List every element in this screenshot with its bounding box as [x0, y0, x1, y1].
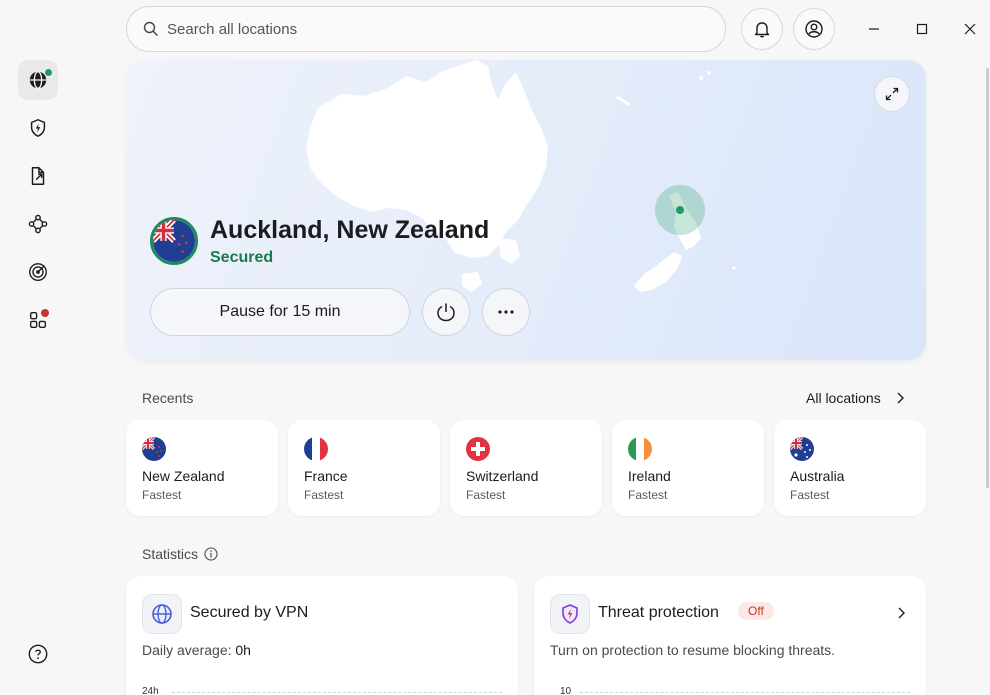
expand-icon — [885, 87, 899, 101]
sidebar-item-meshnet[interactable] — [18, 204, 58, 244]
daily-average-value: 0h — [235, 642, 251, 658]
recent-name: Ireland — [628, 468, 671, 484]
chevron-right-icon[interactable] — [894, 606, 908, 620]
nz-flag-icon — [150, 217, 198, 265]
expand-map-button[interactable] — [874, 76, 910, 112]
chevron-right-icon — [897, 392, 904, 404]
vpn-axis-top-label: 24h — [142, 686, 159, 695]
tasmania-landmass — [462, 272, 482, 292]
recent-card-ireland[interactable]: Ireland Fastest — [612, 420, 764, 516]
user-icon — [805, 20, 823, 38]
sidebar-item-help[interactable] — [18, 634, 58, 674]
recent-card-switzerland[interactable]: Switzerland Fastest — [450, 420, 602, 516]
threat-grid-line — [580, 692, 910, 693]
maximize-button[interactable] — [908, 16, 936, 42]
more-options-button[interactable] — [482, 288, 530, 336]
search-icon — [143, 21, 158, 36]
recent-name: New Zealand — [142, 468, 225, 484]
ireland-flag-icon — [628, 437, 652, 461]
threat-stats-card[interactable]: Threat protection Off Turn on protection… — [534, 576, 926, 695]
recents-label: Recents — [142, 390, 194, 406]
vpn-stats-card[interactable]: Secured by VPN Daily average: 0h 24h — [126, 576, 518, 695]
minimize-icon — [869, 28, 879, 30]
status-badge: Off — [738, 602, 774, 620]
globe-icon — [152, 604, 172, 624]
shield-bolt-icon — [30, 118, 46, 138]
nz-flag-icon — [142, 437, 166, 461]
connection-map-card: Auckland, New Zealand Secured Pause for … — [126, 60, 926, 360]
sidebar-item-apps[interactable] — [18, 300, 58, 340]
scrollbar[interactable] — [986, 68, 989, 488]
info-icon[interactable] — [204, 547, 218, 561]
recent-name: France — [304, 468, 348, 484]
close-button[interactable] — [956, 16, 984, 42]
power-icon — [437, 303, 455, 322]
all-locations-label: All locations — [806, 390, 881, 406]
more-dots-icon — [498, 310, 514, 314]
daily-average: Daily average: 0h — [142, 642, 251, 658]
bell-icon — [754, 22, 770, 38]
recent-card-australia[interactable]: Australia Fastest — [774, 420, 926, 516]
shield-bolt-icon — [562, 604, 578, 624]
sidebar-item-threat-protection[interactable] — [18, 108, 58, 148]
connection-status: Secured — [210, 249, 274, 266]
account-button[interactable] — [793, 8, 835, 50]
sidebar-item-vpn[interactable] — [18, 60, 58, 100]
meshnet-icon — [28, 214, 48, 234]
recent-sub: Fastest — [628, 488, 668, 502]
threat-axis-top-label: 10 — [560, 686, 572, 695]
new-zealand-south-island — [634, 252, 682, 292]
notifications-button[interactable] — [741, 8, 783, 50]
sidebar-item-split-tunneling[interactable] — [18, 156, 58, 196]
sidebar-item-dark-web-monitor[interactable] — [18, 252, 58, 292]
close-icon — [964, 23, 976, 35]
recent-sub: Fastest — [304, 488, 344, 502]
help-icon — [28, 644, 48, 664]
search-input[interactable] — [167, 20, 687, 38]
connected-location-title: Auckland, New Zealand — [210, 216, 490, 244]
australia-flag-icon — [790, 437, 814, 461]
radar-icon — [29, 263, 47, 281]
minimize-button[interactable] — [860, 16, 888, 42]
vpn-grid-line — [172, 692, 502, 693]
disconnect-button[interactable] — [422, 288, 470, 336]
search-bar[interactable] — [126, 6, 726, 52]
recent-name: Australia — [790, 468, 845, 484]
all-locations-link[interactable]: All locations — [806, 390, 907, 406]
recent-card-france[interactable]: France Fastest — [288, 420, 440, 516]
threat-shield-badge — [550, 594, 590, 634]
recent-sub: Fastest — [142, 488, 182, 502]
switzerland-flag-icon — [466, 437, 490, 461]
france-flag-icon — [304, 437, 328, 461]
threat-stats-title: Threat protection — [598, 604, 719, 621]
pause-button[interactable]: Pause for 15 min — [150, 288, 410, 336]
maximize-icon — [916, 23, 928, 35]
statistics-header: Statistics — [142, 546, 218, 562]
notification-dot — [41, 309, 49, 317]
sidebar — [0, 0, 76, 695]
recent-sub: Fastest — [466, 488, 506, 502]
vpn-globe-badge — [142, 594, 182, 634]
location-pin[interactable] — [676, 206, 684, 214]
recent-card-new-zealand[interactable]: New Zealand Fastest — [126, 420, 278, 516]
vpn-stats-title: Secured by VPN — [190, 604, 309, 621]
statistics-label: Statistics — [142, 546, 199, 562]
connected-dot — [44, 68, 53, 77]
file-export-icon — [31, 167, 45, 185]
daily-average-label: Daily average: — [142, 642, 236, 658]
recent-sub: Fastest — [790, 488, 830, 502]
recent-name: Switzerland — [466, 468, 539, 484]
threat-description: Turn on protection to resume blocking th… — [550, 642, 836, 658]
